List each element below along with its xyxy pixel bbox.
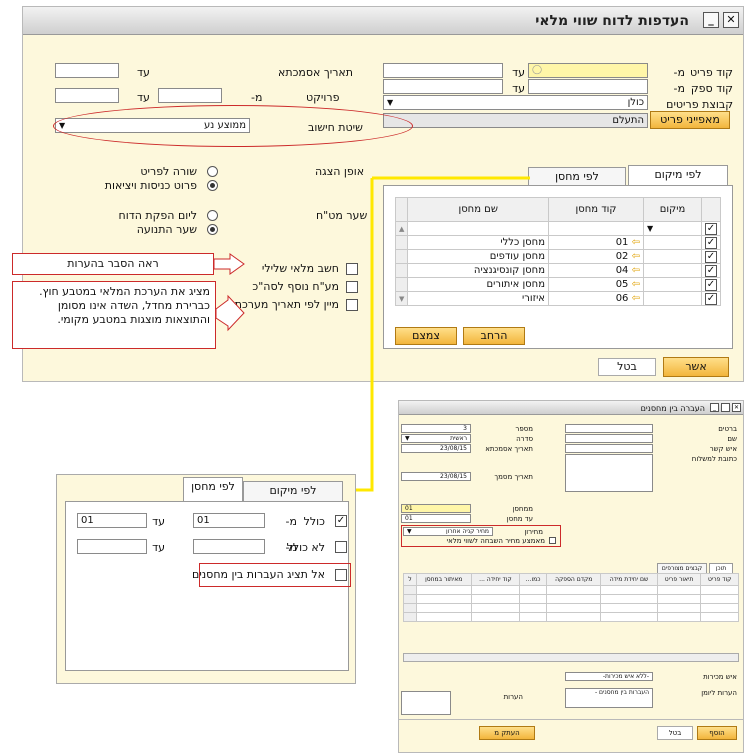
from-warehouse-label: ממחסן [512,505,533,513]
series-select[interactable]: ▼ ראשית [401,434,471,443]
from-warehouse-input[interactable]: 01 [401,504,471,513]
journal-remark-label: הערות ליומן [701,689,737,697]
chevron-down-icon: ▼ [407,528,412,535]
table-row[interactable] [403,594,739,604]
callout-arrow-notes [213,253,245,275]
to-warehouse-input[interactable]: 01 [401,514,471,523]
maximize-icon[interactable] [721,403,730,412]
exclude-from-input[interactable] [193,539,265,554]
contact-label: איש קשר [709,445,737,453]
customer-input[interactable] [565,424,653,433]
include-to-label: עד [152,515,165,528]
contact-input[interactable] [565,444,653,453]
include-label: כולל [303,515,325,528]
posting-date-label: תאריך אסמכתא [485,445,533,453]
include-from-input[interactable]: 01 [193,513,265,528]
close-icon[interactable]: ✕ [732,403,741,412]
price-mode-checkbox[interactable] [549,537,556,544]
exclude-to-input[interactable] [77,539,147,554]
grid-header: כמו... [519,573,547,586]
grid-header: שם יחידת מידה [600,573,658,586]
price-list-select[interactable]: ▼ מחיר קניה אחרון [403,527,493,536]
zoomed-warehouse-panel: לפי מיקום לפי מחסן ✓ כולל מ- 01 עד 01 לא… [56,474,356,684]
price-list-label: מחירון [524,528,543,536]
number-label: מספר [515,425,533,433]
remarks-label: הערות [503,693,523,701]
grid-header: קוד פריט [700,573,739,586]
to-warehouse-label: עד מחסן [506,515,533,523]
customer-label: ברטים [718,425,737,433]
ship-to-label: כתובת למשלוח [691,455,737,463]
copy-from-button[interactable]: העתק מ [479,726,535,740]
sales-employee-select[interactable]: -ללא איש מכירות- [565,672,653,681]
grid-header: תיאור פריט [656,573,702,586]
grid-header: מאיתור במחסן [415,573,472,586]
include-from-label: מ- [285,515,297,528]
name-label: שם [727,435,737,443]
exclude-from-label: מ- [285,541,297,554]
include-to-input[interactable]: 01 [77,513,147,528]
transfer-title-bar: ✕ _ העברה בין מחסנים [399,401,743,415]
yellow-connector-line [352,178,374,492]
doc-date-input[interactable]: 23/08/15 [401,472,471,481]
transfer-grid: קוד פריט תיאור פריט שם יחידת מידה מקדם ה… [403,573,739,622]
ship-to-input[interactable] [565,454,653,492]
journal-remark-input[interactable]: העברות בין מחסנים - [565,688,653,708]
doc-date-label: תאריך מסמך [494,473,533,481]
exclude-to-label: עד [152,541,165,554]
zoom-tab-by-warehouse[interactable]: לפי מחסן [183,477,243,501]
horizontal-scrollbar[interactable] [403,653,739,662]
grid-header: ל [403,573,417,586]
series-label: סדרה [516,435,533,443]
number-input[interactable]: 3 [401,424,471,433]
transfer-cancel-button[interactable]: בטל [657,726,693,740]
inventory-transfer-dialog: ✕ _ העברה בין מחסנים ברטים שם איש קשר כת… [398,400,744,720]
remarks-input[interactable] [401,691,451,715]
exclude-checkbox[interactable] [335,541,347,553]
posting-date-input[interactable]: 23/08/15 [401,444,471,453]
add-button[interactable]: הוסף [697,726,737,740]
table-row[interactable] [403,612,739,622]
minimize-icon[interactable]: _ [710,403,719,412]
hide-transfers-label: אל תציג העברות בין מחסנים [192,568,325,581]
table-row[interactable] [403,585,739,595]
callout-arrow-currency [215,294,245,332]
name-input[interactable] [565,434,653,443]
include-checkbox[interactable]: ✓ [335,515,347,527]
price-mode-label: מאמצע מחיר השבחה לשווי מלאי [446,537,546,545]
chevron-down-icon: ▼ [405,435,410,442]
hide-transfers-checkbox[interactable] [335,569,347,581]
table-row[interactable] [403,603,739,613]
zoom-tab-by-location[interactable]: לפי מיקום [243,481,343,501]
transfer-title: העברה בין מחסנים [640,404,705,413]
grid-header: קוד יחידה ... [470,573,521,586]
grid-header: מקדם הספקה [545,573,602,586]
sales-employee-label: איש מכירות [703,673,737,681]
transfer-footer: הוסף בטל העתק מ [398,720,744,753]
